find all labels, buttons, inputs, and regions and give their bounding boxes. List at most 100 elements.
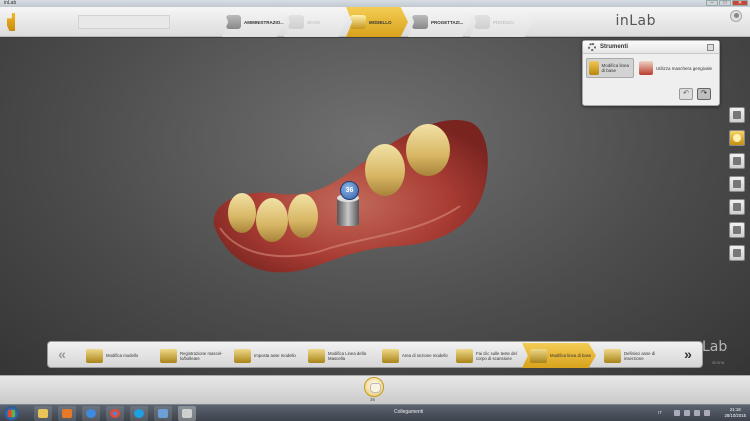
step-label: Definisci asse di inserzione (624, 350, 656, 361)
user-icon[interactable] (730, 10, 742, 22)
tooth-selector-icon[interactable] (364, 377, 384, 397)
tooth-view-button[interactable] (729, 130, 745, 146)
layers-button[interactable] (729, 245, 745, 261)
workflow-step[interactable]: Modifica modello (78, 343, 152, 368)
step-label: Registrazione mascel- lo/bolleare (180, 350, 223, 361)
volume-icon[interactable] (704, 410, 710, 416)
inlab-icon (182, 409, 192, 418)
tool-edit-base-line[interactable]: Modifica linea di base (586, 58, 634, 78)
workflow-step[interactable]: Modifica Linea della Mascella (300, 343, 374, 368)
gear-icon (588, 43, 596, 51)
close-button[interactable]: ✕ (732, 0, 748, 6)
workflow-step[interactable]: Area di sezione modello (374, 343, 448, 368)
wrench-icon (733, 157, 741, 165)
cube-icon (733, 111, 741, 119)
minimize-button[interactable]: – (706, 0, 718, 6)
step-label: Modifica Linea della Mascella (328, 350, 366, 361)
taskbar-ie[interactable] (82, 406, 100, 421)
taskbar-app[interactable] (154, 406, 172, 421)
network-icon[interactable] (694, 410, 700, 416)
taskbar-skype[interactable] (130, 406, 148, 421)
phase-label: PROGETTAZI... (431, 19, 464, 25)
axis-icon (733, 226, 741, 234)
step-label: Fai clic sulle teste del corpo di scansi… (476, 350, 517, 361)
tooth-shape (406, 124, 450, 176)
workflow-step[interactable]: Fai clic sulle teste del corpo di scansi… (448, 343, 522, 368)
redo-button[interactable]: ↷ (697, 88, 711, 100)
tooth-icon (733, 134, 741, 142)
workflow-prev-button[interactable]: « (51, 345, 73, 365)
step-icon (604, 348, 621, 363)
phase-produce[interactable]: PRODUCI (470, 7, 532, 37)
phase-label: SCAN (307, 19, 320, 25)
tooth-shape (256, 198, 288, 242)
tools-panel-header: Strumenti (583, 41, 719, 54)
axis-button[interactable] (729, 222, 745, 238)
workflow-step[interactable]: Definisci asse di inserzione (596, 343, 670, 368)
media-player-icon (62, 409, 72, 418)
phase-model[interactable]: MODELLO (346, 7, 408, 37)
folder-icon (38, 409, 48, 418)
case-name-field (78, 15, 170, 29)
taskbar-links[interactable]: Collegamenti (394, 409, 423, 415)
step-icon (308, 348, 325, 363)
step-icon (234, 348, 251, 363)
taskbar-inlab[interactable] (178, 406, 196, 421)
step-label: Area di sezione modello (402, 353, 448, 358)
workflow-step[interactable]: Imposta asse modello (226, 343, 300, 368)
workflow-step[interactable]: Registrazione mascel- lo/bolleare (152, 343, 226, 368)
phase-label: AMMINISTRAZIO... (244, 19, 284, 25)
brand-watermark: Lab (702, 339, 728, 355)
tools-row: Modifica linea di base Utilizza maschera… (583, 54, 719, 78)
step-icon (382, 348, 399, 363)
clock[interactable]: 21:18 28/10/2015 (724, 407, 746, 419)
step-icon (160, 348, 177, 363)
system-tray: IT 21:18 28/10/2015 (650, 405, 750, 421)
start-button[interactable] (4, 406, 19, 421)
os-taskbar: Collegamenti IT 21:18 28/10/2015 (0, 404, 750, 421)
ie-icon (86, 409, 96, 418)
window-controls: – □ ✕ (706, 0, 748, 7)
scan-body-post (337, 198, 359, 226)
tool-gingiva-mask[interactable]: Utilizza maschera gengivale (637, 58, 714, 78)
phase-scan[interactable]: SCAN (284, 7, 346, 37)
image-icon (733, 180, 741, 188)
workflow-bar: « Modifica modello Registrazione mascel-… (47, 341, 703, 368)
phase-steps: AMMINISTRAZIO... SCAN MODELLO PROGETTAZI… (222, 7, 532, 37)
analysis-icon (733, 203, 741, 211)
screenshot-button[interactable] (729, 176, 745, 192)
tray-icon[interactable] (684, 410, 690, 416)
taskbar-media[interactable] (58, 406, 76, 421)
tray-icon[interactable] (674, 410, 680, 416)
phase-design[interactable]: PROGETTAZI... (408, 7, 470, 37)
app-brand: inLab (615, 13, 656, 29)
taskbar-chrome[interactable] (106, 406, 124, 421)
layers-icon (733, 249, 741, 257)
panel-collapse-button[interactable] (707, 44, 714, 51)
view-cube-button[interactable] (729, 107, 745, 123)
workflow-next-button[interactable]: » (677, 345, 699, 365)
taskbar-explorer[interactable] (34, 406, 52, 421)
brand-subtitle: sirona (712, 360, 725, 365)
tooth-shape (365, 144, 405, 196)
undo-button[interactable]: ↶ (679, 88, 693, 100)
phase-bar: AMMINISTRAZIO... SCAN MODELLO PROGETTAZI… (0, 7, 750, 37)
model-icon (350, 15, 366, 29)
tools-view-button[interactable] (729, 153, 745, 169)
phase-administration[interactable]: AMMINISTRAZIO... (222, 7, 284, 37)
analysis-button[interactable] (729, 199, 745, 215)
workflow-step-active[interactable]: Modifica linea di base (522, 343, 596, 368)
tool-label: Modifica linea di base (601, 63, 630, 73)
maximize-button[interactable]: □ (719, 0, 731, 6)
step-label: Modifica modello (106, 353, 139, 358)
tooth-number-badge[interactable]: 36 (340, 181, 359, 200)
tooth-status-strip: 36 (0, 375, 750, 404)
back-arrow-icon[interactable] (7, 13, 15, 31)
tooth-shape (228, 193, 256, 233)
window-title: inLab (4, 0, 17, 6)
phase-label: MODELLO (369, 19, 392, 25)
produce-icon (474, 15, 490, 29)
scan-icon (288, 15, 304, 29)
language-indicator[interactable]: IT (658, 410, 662, 415)
window-title-bar: inLab – □ ✕ (0, 0, 750, 7)
